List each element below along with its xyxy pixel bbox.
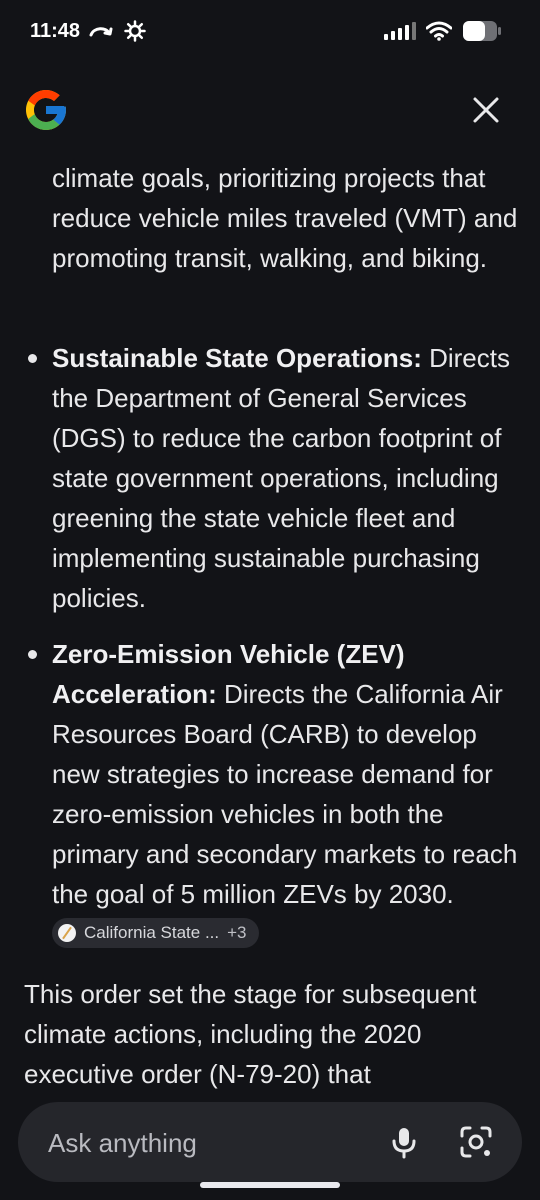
paragraph-continued: climate goals, prioritizing projects tha… (52, 163, 518, 273)
source-favicon-icon (58, 924, 76, 943)
settings-gear-icon (124, 20, 146, 42)
paragraph-final: This order set the stage for subsequent … (24, 979, 477, 1089)
status-bar: 11:48 (0, 0, 540, 64)
list-item: Sustainable State Operations: Directs th… (28, 338, 522, 618)
source-chip[interactable]: California State ... +3 (52, 918, 259, 949)
ask-bar (18, 1102, 522, 1184)
list-item-text: Directs the Department of General Servic… (52, 343, 510, 613)
ask-input[interactable] (46, 1102, 370, 1184)
microphone-icon[interactable] (386, 1124, 422, 1160)
wifi-icon (426, 21, 452, 41)
list-item-text: Directs the California Air Resources Boa… (52, 679, 518, 909)
list-item: Zero-Emission Vehicle (ZEV) Acceleration… (28, 634, 522, 954)
bullet-dot (28, 354, 37, 363)
bullet-dot (28, 650, 37, 659)
signal-icon (384, 22, 416, 40)
battery-icon (463, 21, 501, 41)
response-content: climate goals, prioritizing projects tha… (0, 156, 540, 1096)
source-chip-label: California State ... (84, 923, 220, 943)
camera-lens-icon[interactable] (458, 1124, 494, 1160)
close-icon[interactable] (470, 94, 502, 126)
header (0, 64, 540, 156)
source-chip-count: +3 (227, 923, 247, 943)
google-g-logo[interactable] (22, 86, 70, 134)
status-time: 11:48 (30, 20, 81, 42)
status-left-icons (88, 20, 146, 42)
list-item-title: Sustainable State Operations: (52, 343, 422, 373)
home-indicator[interactable] (200, 1182, 340, 1188)
status-right-icons (384, 20, 502, 42)
call-forward-icon (89, 27, 113, 37)
